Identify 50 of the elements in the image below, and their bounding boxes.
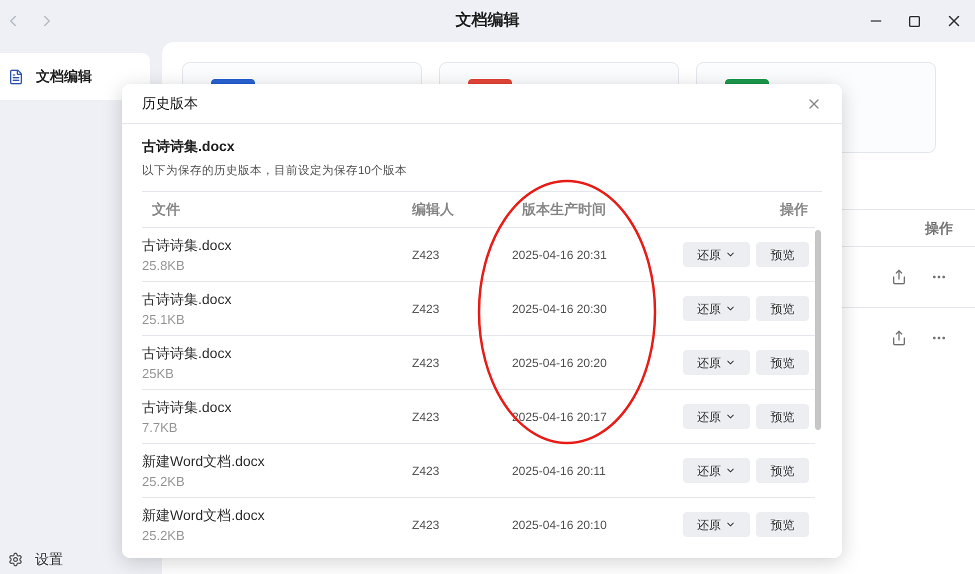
file-name: 古诗诗集.docx: [142, 236, 232, 254]
restore-button[interactable]: 还原: [683, 404, 750, 430]
file-name: 新建Word文档.docx: [142, 506, 266, 524]
restore-button[interactable]: 还原: [683, 350, 750, 376]
share-icon[interactable]: [891, 269, 907, 285]
file-size: 25.1KB: [142, 310, 186, 328]
restore-button[interactable]: 还原: [683, 242, 750, 268]
file-size: 25.8KB: [142, 256, 186, 274]
column-header: 版本生产时间: [520, 200, 607, 220]
share-icon[interactable]: [891, 330, 907, 346]
editor-name: Z423: [412, 246, 440, 264]
file-name: 古诗诗集.docx: [142, 344, 232, 362]
document-icon: [8, 68, 24, 84]
file-name: 古诗诗集.docx: [142, 290, 232, 308]
file-size: 7.7KB: [142, 418, 178, 436]
editor-name: Z423: [412, 300, 440, 318]
column-header: 操作: [925, 218, 953, 238]
column-header: 编辑人: [412, 200, 455, 220]
column-header: 文件: [151, 200, 181, 220]
editor-name: Z423: [412, 408, 440, 426]
preview-button[interactable]: 预览: [756, 296, 809, 322]
version-time: 2025-04-16 20:11: [512, 462, 607, 480]
editor-name: Z423: [412, 462, 440, 480]
settings-item[interactable]: 设置: [0, 549, 162, 570]
description: 以下为保存的历史版本，目前设定为保存10个版本: [142, 164, 408, 179]
settings-icon: [8, 552, 23, 567]
file-name: 新建Word文档.docx: [142, 452, 266, 470]
restore-button[interactable]: 还原: [683, 296, 750, 322]
version-time: 2025-04-16 20:30: [512, 300, 608, 318]
preview-button[interactable]: 预览: [756, 350, 809, 376]
version-time: 2025-04-16 20:20: [512, 354, 608, 372]
window-title: 文档编辑: [456, 10, 520, 31]
version-time: 2025-04-16 20:10: [512, 516, 608, 534]
editor-name: Z423: [412, 354, 440, 372]
restore-button[interactable]: 还原: [683, 458, 750, 484]
preview-button[interactable]: 预览: [756, 458, 809, 484]
file-name: 古诗诗集.docx: [142, 398, 232, 416]
restore-button[interactable]: 还原: [683, 512, 750, 538]
maximize-icon[interactable]: [908, 14, 921, 28]
preview-button[interactable]: 预览: [756, 242, 809, 268]
column-header: 操作: [780, 200, 809, 220]
file-name: 古诗诗集.docx: [142, 137, 236, 156]
version-time: 2025-04-16 20:31: [512, 246, 608, 264]
preview-button[interactable]: 预览: [756, 404, 809, 430]
file-size: 25KB: [142, 364, 175, 382]
file-size: 25.2KB: [142, 526, 186, 542]
preview-button[interactable]: 预览: [756, 512, 809, 538]
scrollbar-thumb[interactable]: [815, 230, 821, 430]
file-size: 25.2KB: [142, 472, 186, 490]
editor-name: Z423: [412, 516, 440, 534]
